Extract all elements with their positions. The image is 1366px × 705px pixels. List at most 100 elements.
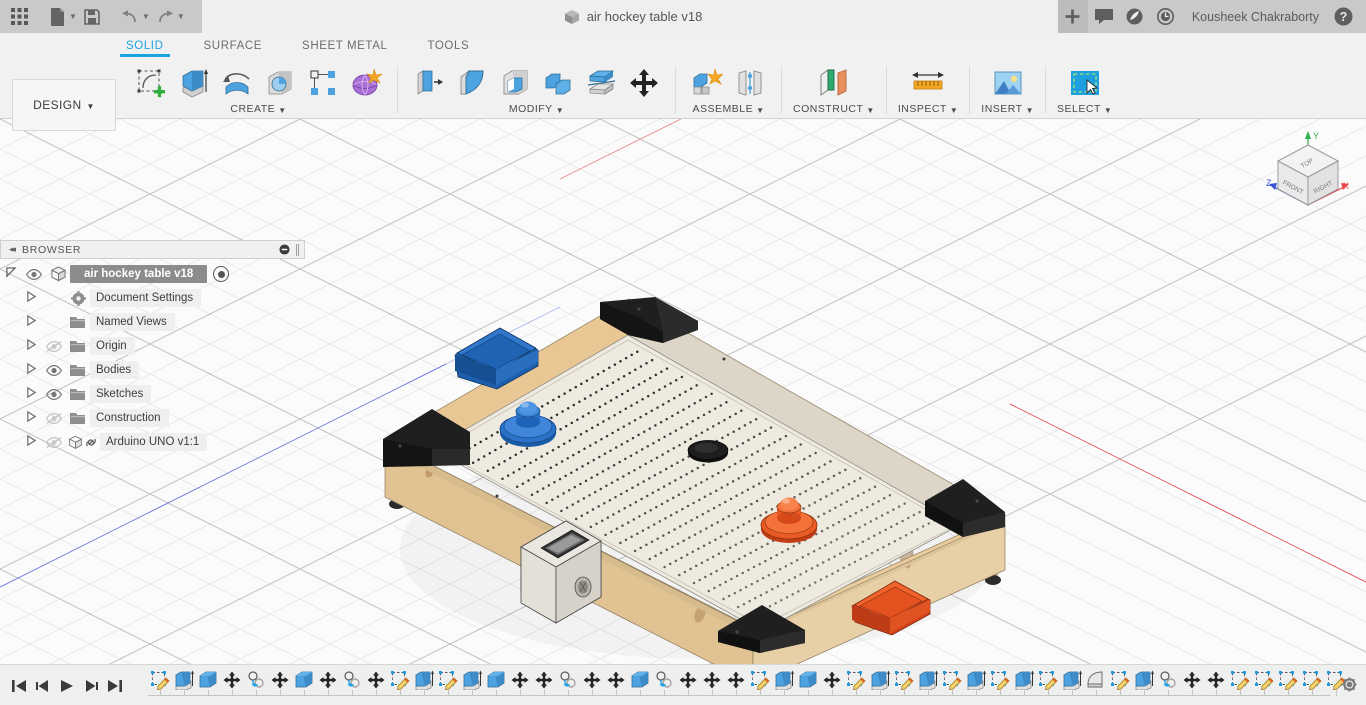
document-tab[interactable]: air hockey table v18 (202, 0, 1064, 33)
play-icon[interactable] (56, 671, 78, 701)
browser-node-air-hockey-table-v18[interactable]: air hockey table v18 (0, 262, 305, 286)
browser-node-origin[interactable]: Origin (0, 334, 305, 358)
browser-header: ◂◂ BROWSER (0, 240, 305, 259)
panel-create-text[interactable]: CREATE (230, 103, 275, 115)
browser-node-label: Origin (90, 337, 135, 355)
expand-arrow-open-icon[interactable] (0, 267, 22, 281)
redo-caret[interactable]: ▼ (177, 12, 185, 21)
timeline-tick (1072, 690, 1073, 696)
browser-node-arduino-uno-v1-1[interactable]: Arduino UNO v1:1 (0, 430, 305, 454)
step-back-icon[interactable] (32, 671, 54, 701)
redo-icon[interactable] (152, 4, 178, 30)
go-to-beginning-icon[interactable] (8, 671, 30, 701)
ribbon-tab-tools[interactable]: TOOLS (427, 36, 469, 57)
form-icon[interactable] (346, 62, 386, 104)
visibility-toggle-icon[interactable] (42, 364, 66, 376)
user-name-label[interactable]: Kousheek Chakraborty (1182, 10, 1327, 24)
timeline-tick (736, 690, 737, 696)
expand-arrow-icon[interactable] (20, 434, 42, 449)
panel-modify-text[interactable]: MODIFY (509, 103, 553, 115)
create-sketch-icon[interactable] (131, 62, 171, 104)
expand-arrow-icon[interactable] (20, 290, 42, 305)
new-component-icon[interactable] (687, 62, 727, 104)
split-face-icon[interactable] (581, 62, 621, 104)
grid-apps-icon[interactable] (6, 4, 32, 30)
panel-assemble-text[interactable]: ASSEMBLE (692, 103, 753, 115)
workspace-label: DESIGN (33, 98, 82, 112)
insert-image-icon[interactable] (988, 62, 1028, 104)
chevron-down-icon[interactable]: ▼ (278, 106, 286, 115)
expand-arrow-icon[interactable] (20, 314, 42, 329)
save-icon[interactable] (79, 4, 105, 30)
ribbon-tab-surface[interactable]: SURFACE (204, 36, 263, 57)
expand-arrow-icon[interactable] (20, 362, 42, 377)
pattern-icon[interactable] (303, 62, 343, 104)
collapse-left-icon[interactable]: ◂◂ (9, 244, 16, 255)
3d-viewport[interactable]: Y Z X TOP FRONT RIGHT ◂◂ BROWSER air hoc… (0, 119, 1366, 664)
clock-icon[interactable] (1151, 0, 1181, 33)
expand-arrow-icon[interactable] (20, 410, 42, 425)
revolve-icon[interactable] (217, 62, 257, 104)
grip-icon[interactable] (295, 243, 300, 256)
visibility-toggle-icon[interactable] (42, 436, 66, 448)
timeline-tick (880, 690, 881, 696)
visibility-toggle-icon[interactable] (22, 268, 46, 280)
chevron-down-icon: ▼ (86, 101, 95, 111)
go-to-end-icon[interactable] (104, 671, 126, 701)
undo-caret[interactable]: ▼ (142, 12, 150, 21)
svg-text:?: ? (1339, 10, 1347, 24)
shell-icon[interactable] (495, 62, 535, 104)
undo-icon[interactable] (117, 4, 143, 30)
new-document-icon[interactable] (44, 4, 70, 30)
timeline-tick (256, 690, 257, 696)
view-cube[interactable]: Y Z X TOP FRONT RIGHT (1260, 127, 1356, 237)
combine-icon[interactable] (538, 62, 578, 104)
chevron-down-icon[interactable]: ▼ (556, 106, 564, 115)
sweep-icon[interactable] (260, 62, 300, 104)
timeline-track[interactable] (148, 665, 1346, 705)
browser-node-document-settings[interactable]: Document Settings (0, 286, 305, 310)
timeline-tick (328, 690, 329, 696)
browser-node-construction[interactable]: Construction (0, 406, 305, 430)
expand-arrow-icon[interactable] (20, 386, 42, 401)
press-pull-icon[interactable] (409, 62, 449, 104)
step-forward-icon[interactable] (80, 671, 102, 701)
ribbon-tab-sheet-metal[interactable]: SHEET METAL (302, 36, 387, 57)
browser-node-bodies[interactable]: Bodies (0, 358, 305, 382)
extrude-icon[interactable] (174, 62, 214, 104)
chevron-down-icon[interactable]: ▼ (1104, 106, 1112, 115)
panel-inspect-text[interactable]: INSPECT (898, 103, 947, 115)
timeline-tick (904, 690, 905, 696)
comment-icon[interactable] (1089, 0, 1119, 33)
browser-node-label: Named Views (90, 313, 175, 331)
chevron-down-icon[interactable]: ▼ (950, 106, 958, 115)
new-document-caret[interactable]: ▼ (69, 12, 77, 21)
move-copy-icon[interactable] (624, 62, 664, 104)
new-tab-button[interactable] (1057, 0, 1088, 33)
ribbon-tab-solid[interactable]: SOLID (120, 36, 169, 57)
timeline-tick (376, 690, 377, 696)
workspace-selector[interactable]: DESIGN ▼ (12, 79, 116, 131)
joint-icon[interactable] (730, 62, 770, 104)
chevron-down-icon[interactable]: ▼ (1026, 106, 1034, 115)
help-icon[interactable]: ? (1328, 0, 1358, 33)
notification-icon[interactable] (1120, 0, 1150, 33)
measure-icon[interactable] (908, 62, 948, 104)
window-selection-icon[interactable] (1065, 62, 1105, 104)
activate-component-radio[interactable] (213, 266, 230, 282)
offset-plane-icon[interactable] (814, 62, 854, 104)
visibility-toggle-icon[interactable] (42, 388, 66, 400)
fillet-icon[interactable] (452, 62, 492, 104)
timeline-settings-button[interactable] (1341, 676, 1358, 696)
minimize-icon[interactable] (279, 244, 290, 255)
chevron-down-icon[interactable]: ▼ (866, 106, 874, 115)
browser-node-named-views[interactable]: Named Views (0, 310, 305, 334)
visibility-toggle-icon[interactable] (42, 340, 66, 352)
visibility-toggle-icon[interactable] (42, 412, 66, 424)
panel-select-text[interactable]: SELECT (1057, 103, 1101, 115)
panel-construct-text[interactable]: CONSTRUCT (793, 103, 863, 115)
panel-insert-text[interactable]: INSERT (981, 103, 1022, 115)
expand-arrow-icon[interactable] (20, 338, 42, 353)
browser-node-sketches[interactable]: Sketches (0, 382, 305, 406)
chevron-down-icon[interactable]: ▼ (756, 106, 764, 115)
